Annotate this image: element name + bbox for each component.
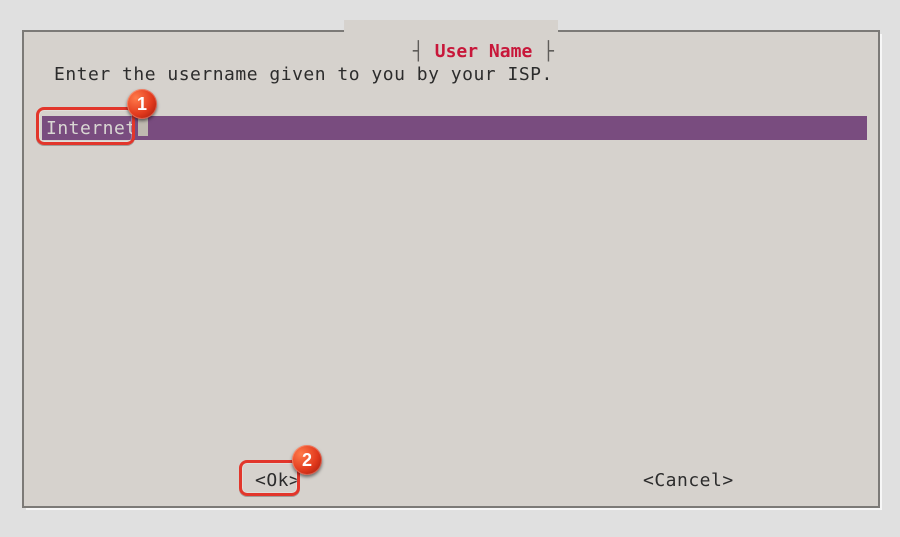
text-cursor (138, 116, 148, 136)
username-input-value: Internet (46, 118, 137, 139)
cancel-button[interactable]: <Cancel> (641, 470, 736, 491)
username-input-text: Internet (46, 116, 148, 140)
dialog-panel: ┤ User Name ├ Enter the username given t… (22, 30, 880, 508)
username-input[interactable]: Internet (42, 116, 867, 140)
dialog-prompt: Enter the username given to you by your … (54, 64, 553, 85)
ok-button[interactable]: <Ok> (253, 470, 302, 491)
username-input-bg (42, 116, 867, 140)
title-bracket-right: ├ (532, 41, 554, 62)
dialog-title: User Name (435, 41, 533, 62)
title-bracket-left: ┤ (413, 41, 435, 62)
